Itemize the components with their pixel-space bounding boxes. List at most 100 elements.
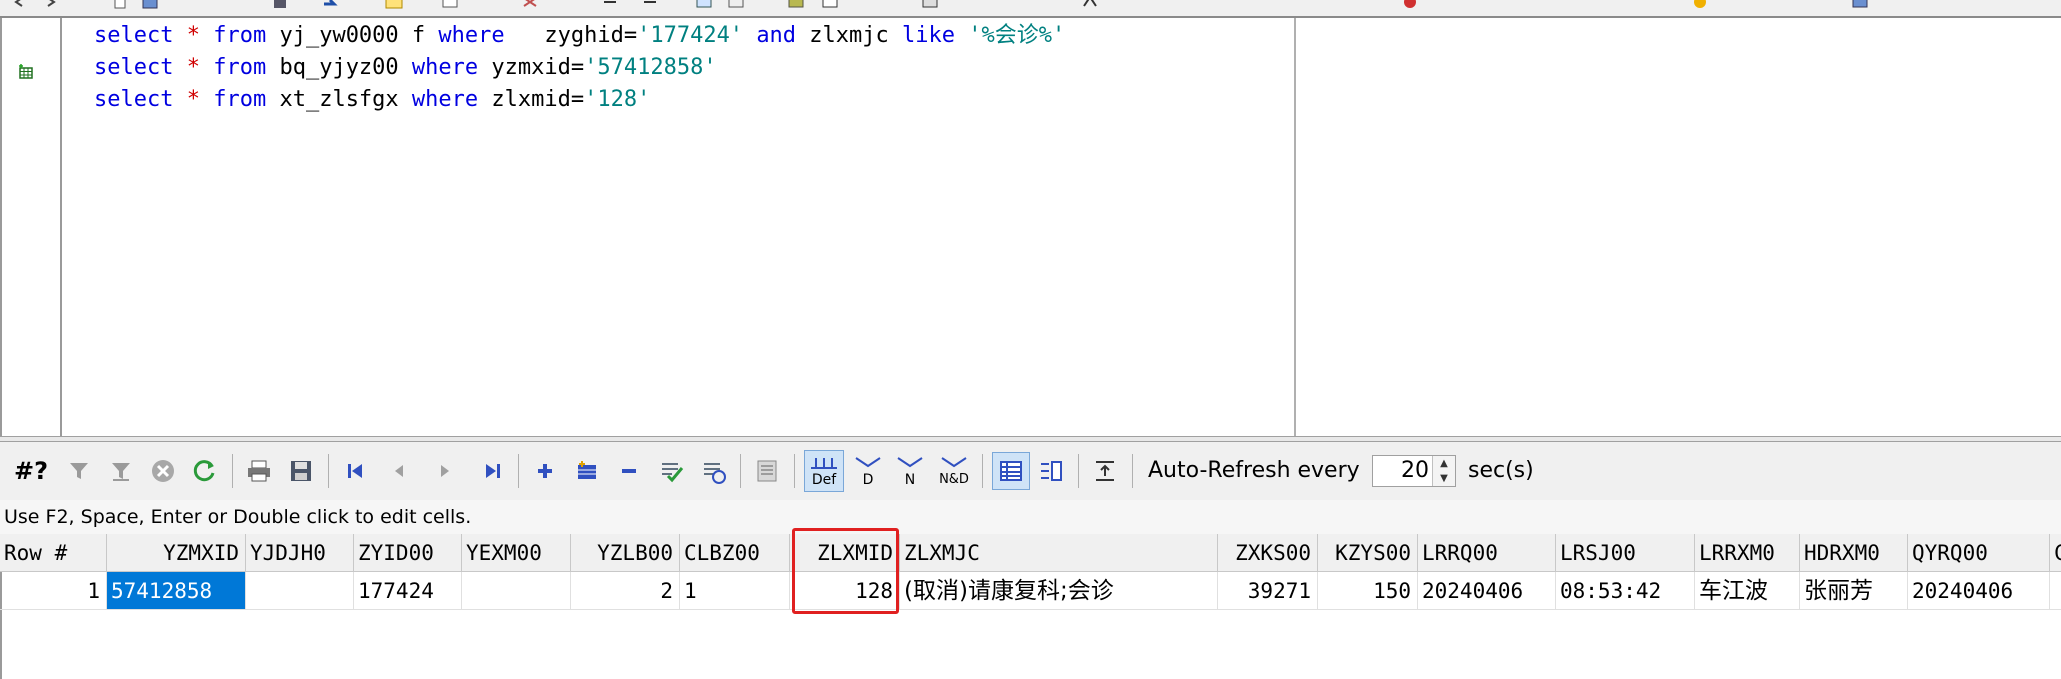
result-grid[interactable]: Row # YZMXID YJDJH0 ZYID00 YEXM00 YZLB00 CLBZ0… <box>0 534 2061 679</box>
table-cell[interactable]: 车江波 <box>1695 572 1800 610</box>
main-toolbar <box>0 0 2061 18</box>
explain-plan-icon[interactable] <box>786 0 806 10</box>
column-header[interactable]: YEXM00 <box>462 534 571 572</box>
delete-record-icon[interactable] <box>614 456 644 486</box>
grid-view-icon[interactable] <box>440 0 460 10</box>
spin-down-icon[interactable]: ▼ <box>1433 471 1455 486</box>
execute-icon[interactable] <box>384 0 404 10</box>
column-header[interactable]: ZLXMJC <box>900 534 1218 572</box>
table-cell[interactable]: 39271 <box>1218 572 1318 610</box>
export-icon[interactable] <box>726 0 746 10</box>
clear-icon[interactable] <box>520 0 540 10</box>
column-header[interactable]: C <box>2050 534 2061 572</box>
sql-editor[interactable]: select * from yj_yw0000 f where zyghid='… <box>64 18 1294 436</box>
sql-line[interactable]: select * from bq_yjyz00 where yzmxid='57… <box>94 52 717 83</box>
table-cell[interactable]: 150 <box>1318 572 1418 610</box>
detail-mode-button[interactable]: D <box>850 450 886 492</box>
column-header[interactable]: ZXKS00 <box>1218 534 1318 572</box>
clear-filter-icon[interactable] <box>106 456 136 486</box>
column-header[interactable]: YZLB00 <box>571 534 680 572</box>
prior-record-icon[interactable] <box>384 456 414 486</box>
save-grid-icon[interactable] <box>286 456 316 486</box>
trace-icon[interactable] <box>920 0 940 10</box>
table-cell[interactable]: 1 <box>680 572 790 610</box>
table-cell[interactable]: 57412858 <box>107 572 246 610</box>
sql-token: from <box>213 87 267 112</box>
outdent-icon[interactable] <box>640 0 660 10</box>
sql-token: select <box>94 87 174 112</box>
column-header[interactable]: HDRXM0 <box>1800 534 1908 572</box>
null-mode-button[interactable]: N <box>892 450 928 492</box>
first-record-icon[interactable] <box>340 456 370 486</box>
spinner-arrows[interactable]: ▲ ▼ <box>1432 456 1455 486</box>
column-header[interactable]: YJDJH0 <box>246 534 354 572</box>
sql-line[interactable]: select * from xt_zlsfgx where zlxmid='12… <box>94 84 650 115</box>
sql-token: from <box>213 55 267 80</box>
sql-token: where <box>438 23 505 48</box>
refresh-interval-value[interactable]: 20 <box>1401 456 1429 486</box>
single-record-view-icon[interactable] <box>1036 456 1066 486</box>
grid-view-button[interactable] <box>992 452 1030 490</box>
table-cell[interactable]: 张丽芳 <box>1800 572 1908 610</box>
table-cell[interactable] <box>462 572 571 610</box>
indent-icon[interactable] <box>600 0 620 10</box>
sql-token: '%会诊%' <box>968 23 1066 48</box>
column-header[interactable]: CLBZ00 <box>680 534 790 572</box>
query-prompt-button[interactable]: #? <box>14 455 48 487</box>
table-cell[interactable] <box>2050 572 2061 610</box>
column-header[interactable]: ZYID00 <box>354 534 462 572</box>
sql-token: zlxmjc <box>796 23 903 48</box>
grid-toolbar: #? Def D N N&D Auto-Refresh every 20 ▲ ▼… <box>0 442 2061 500</box>
sql-token: from <box>213 23 267 48</box>
column-header[interactable]: KZYS00 <box>1318 534 1418 572</box>
column-header[interactable]: LRRXM0 <box>1695 534 1800 572</box>
filter-icon[interactable] <box>64 456 94 486</box>
save-icon[interactable] <box>270 0 290 10</box>
table-cell[interactable]: 08:53:42 <box>1556 572 1695 610</box>
cancel-query-icon[interactable] <box>148 456 178 486</box>
refresh-interval-spinner[interactable]: 20 ▲ ▼ <box>1372 455 1456 487</box>
duplicate-record-icon[interactable] <box>572 456 602 486</box>
row-number[interactable]: 1 <box>0 572 107 610</box>
sql-token: xt_zlsfgx <box>266 87 412 112</box>
column-header[interactable]: YZMXID <box>107 534 246 572</box>
auto-refresh-icon[interactable] <box>1090 456 1120 486</box>
commit-icon[interactable] <box>820 0 840 10</box>
table-cell[interactable]: 2 <box>571 572 680 610</box>
window-icon[interactable] <box>1850 0 1870 10</box>
record-view-icon[interactable] <box>752 456 782 486</box>
spin-up-icon[interactable]: ▲ <box>1433 456 1455 471</box>
debug-icon[interactable] <box>1080 0 1100 10</box>
table-cell[interactable]: 20240406 <box>1908 572 2050 610</box>
refresh-icon[interactable] <box>190 456 220 486</box>
results-pane-icon[interactable] <box>694 0 714 10</box>
insert-record-icon[interactable] <box>530 456 560 486</box>
next-record-icon[interactable] <box>430 456 460 486</box>
sql-token: bq_yjyz00 <box>266 55 412 80</box>
table-cell[interactable]: 20240406 <box>1418 572 1556 610</box>
post-edit-icon[interactable] <box>656 456 686 486</box>
column-header[interactable]: LRSJ00 <box>1556 534 1695 572</box>
cancel-edit-icon[interactable] <box>698 456 728 486</box>
new-file-icon[interactable] <box>110 0 130 10</box>
lock-icon[interactable] <box>1690 0 1710 10</box>
table-cell[interactable] <box>246 572 354 610</box>
table-cell[interactable]: 177424 <box>354 572 462 610</box>
sql-line[interactable]: select * from yj_yw0000 f where zyghid='… <box>94 20 1065 51</box>
print-icon[interactable] <box>244 456 274 486</box>
column-header[interactable]: LRRQ00 <box>1418 534 1556 572</box>
null-detail-mode-button[interactable]: N&D <box>934 450 974 492</box>
stop-icon[interactable] <box>1400 0 1420 10</box>
result-grid-icon[interactable] <box>18 64 34 80</box>
forward-arrow-icon[interactable] <box>40 0 60 10</box>
open-file-icon[interactable] <box>140 0 160 10</box>
column-header[interactable]: QYRQ00 <box>1908 534 2050 572</box>
table-cell[interactable]: (取消)请康复科;会诊 <box>900 572 1218 610</box>
last-record-icon[interactable] <box>478 456 508 486</box>
default-mode-button[interactable]: Def <box>804 450 844 492</box>
column-header[interactable]: Row # <box>0 534 107 572</box>
redo-icon[interactable] <box>320 0 340 10</box>
back-arrow-icon[interactable] <box>10 0 30 10</box>
